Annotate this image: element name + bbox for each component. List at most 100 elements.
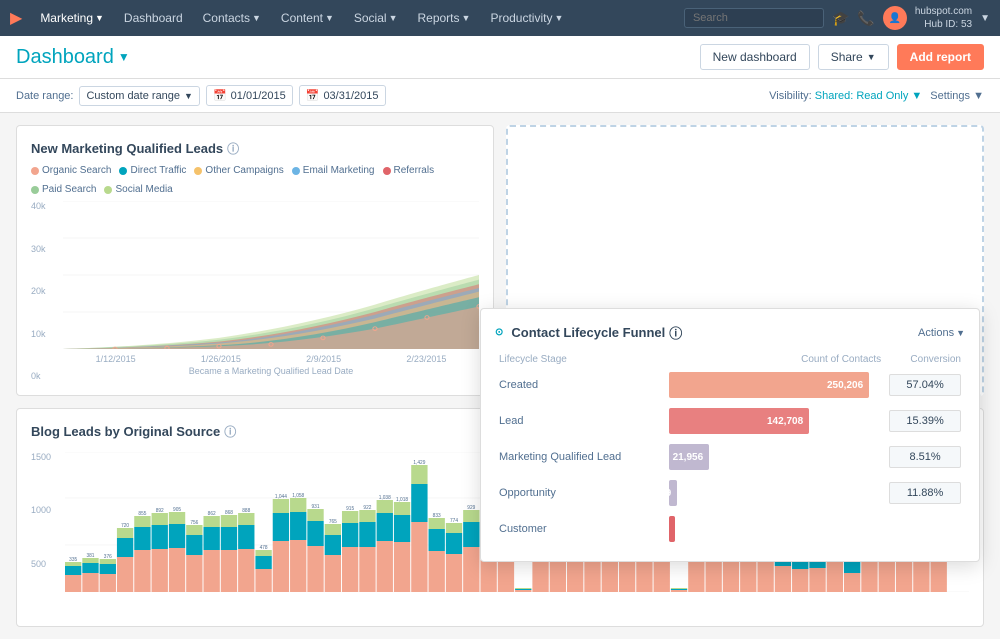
- legend-referrals: Referrals: [383, 165, 435, 176]
- funnel-info-icon[interactable]: ⓘ: [669, 323, 682, 342]
- svg-text:1,018: 1,018: [396, 497, 408, 503]
- funnel-row: Created 250,206 57.04%: [495, 367, 965, 403]
- funnel-conversion-value: 8.51%: [889, 446, 961, 468]
- funnel-conversion-value: 11.88%: [889, 482, 961, 504]
- settings-link[interactable]: Settings ▼: [930, 90, 984, 102]
- nav-logo: ▶: [10, 8, 22, 28]
- x-axis-title: Became a Marketing Qualified Lead Date: [63, 366, 479, 376]
- filter-bar: Date range: Custom date range ▼ 📅 01/01/…: [0, 79, 1000, 113]
- nav-dashboard[interactable]: Dashboard: [114, 0, 193, 36]
- filter-right: Visibility: Shared: Read Only ▼ Settings…: [769, 90, 984, 102]
- nav-reports[interactable]: Reports ▼: [407, 0, 480, 36]
- nav-content[interactable]: Content ▼: [271, 0, 344, 36]
- legend-paid: Paid Search: [31, 184, 96, 195]
- filter-left: Date range: Custom date range ▼ 📅 01/01/…: [16, 85, 386, 106]
- funnel-conversion-cell: 8.51%: [885, 439, 965, 475]
- nav-right-area: 🎓 📞 👤 hubspot.com Hub ID: 53 ▼: [832, 5, 990, 31]
- actions-chevron: ▼: [956, 328, 965, 338]
- svg-text:756: 756: [190, 520, 198, 526]
- referrals-dot: [383, 167, 391, 175]
- date-to-picker[interactable]: 📅 03/31/2015: [299, 85, 386, 106]
- bar-group: [273, 499, 289, 592]
- bar-group: [844, 557, 860, 592]
- account-chevron[interactable]: ▼: [980, 13, 990, 24]
- svg-text:1,058: 1,058: [292, 493, 304, 499]
- visibility-link[interactable]: Shared: Read Only ▼: [815, 90, 923, 102]
- bar-group: [134, 516, 150, 592]
- bar-group: [238, 513, 254, 592]
- leads-info-icon[interactable]: ⓘ: [227, 140, 239, 157]
- organic-dot: [31, 167, 39, 175]
- svg-text:765: 765: [329, 519, 337, 525]
- search-input[interactable]: [684, 8, 824, 28]
- blog-y-labels: 1500 1000 500: [31, 452, 61, 612]
- funnel-actions-button[interactable]: Actions ▼: [918, 327, 965, 339]
- funnel-icon: ⊙: [495, 327, 503, 338]
- leads-chart-title: New Marketing Qualified Leads ⓘ: [31, 140, 479, 157]
- svg-text:892: 892: [156, 508, 164, 514]
- bar-group: [377, 500, 393, 592]
- new-dashboard-button[interactable]: New dashboard: [700, 44, 810, 70]
- user-avatar[interactable]: 👤: [883, 6, 907, 30]
- funnel-conversion-cell: [885, 511, 965, 547]
- social-dot: [104, 186, 112, 194]
- legend-email: Email Marketing: [292, 165, 375, 176]
- svg-text:1,429: 1,429: [413, 460, 425, 466]
- svg-text:1,038: 1,038: [379, 495, 391, 501]
- content-chevron: ▼: [325, 13, 334, 23]
- bar-group: [325, 524, 341, 592]
- nav-marketing[interactable]: Marketing ▼: [30, 0, 114, 36]
- svg-text:720: 720: [121, 523, 129, 529]
- page-header: Dashboard ▼ New dashboard Share ▼ Add re…: [0, 36, 1000, 79]
- col-conversion-header: Conversion: [885, 352, 965, 367]
- funnel-conversion-value: 15.39%: [889, 410, 961, 432]
- funnel-conversion-cell: 11.88%: [885, 475, 965, 511]
- social-chevron: ▼: [389, 13, 398, 23]
- date-from-picker[interactable]: 📅 01/01/2015: [206, 85, 293, 106]
- funnel-count-label: 250,206: [827, 380, 863, 391]
- funnel-count-label: 1,869: [646, 488, 671, 499]
- funnel-row: Customer 222: [495, 511, 965, 547]
- svg-text:888: 888: [242, 508, 250, 514]
- bar-group: [394, 502, 410, 592]
- date-range-label: Date range:: [16, 90, 73, 102]
- blog-info-icon[interactable]: ⓘ: [224, 423, 236, 440]
- nav-contacts[interactable]: Contacts ▼: [193, 0, 271, 36]
- graduation-icon[interactable]: 🎓: [832, 10, 849, 27]
- title-chevron: ▼: [118, 50, 130, 64]
- email-dot: [292, 167, 300, 175]
- svg-text:855: 855: [138, 511, 146, 517]
- dashboard-title[interactable]: Dashboard ▼: [16, 46, 130, 69]
- blog-chart-title: Blog Leads by Original Source ⓘ: [31, 423, 236, 440]
- contacts-chevron: ▼: [252, 13, 261, 23]
- svg-text:1,044: 1,044: [275, 494, 287, 500]
- svg-text:335: 335: [69, 557, 77, 563]
- funnel-conversion-cell: 15.39%: [885, 403, 965, 439]
- nav-productivity[interactable]: Productivity ▼: [480, 0, 573, 36]
- bar-group: [169, 512, 185, 592]
- headset-icon[interactable]: 📞: [857, 10, 874, 27]
- other-dot: [194, 167, 202, 175]
- visibility-label: Visibility: Shared: Read Only ▼: [769, 90, 922, 102]
- calendar-icon-end: 📅: [306, 89, 320, 102]
- marketing-chevron: ▼: [95, 13, 104, 23]
- nav-social[interactable]: Social ▼: [344, 0, 408, 36]
- date-range-select[interactable]: Custom date range ▼: [79, 86, 199, 106]
- calendar-icon: 📅: [213, 89, 227, 102]
- col-count-header: Count of Contacts: [665, 352, 885, 367]
- add-report-button[interactable]: Add report: [897, 44, 984, 70]
- reports-chevron: ▼: [462, 13, 471, 23]
- svg-text:774: 774: [450, 518, 458, 524]
- hubspot-id: hubspot.com Hub ID: 53: [915, 5, 972, 31]
- share-button[interactable]: Share ▼: [818, 44, 889, 70]
- svg-text:929: 929: [467, 505, 475, 511]
- bar-group: [255, 550, 271, 592]
- svg-text:868: 868: [225, 510, 233, 516]
- paid-dot: [31, 186, 39, 194]
- funnel-stage-label: Customer: [495, 511, 665, 547]
- legend-social: Social Media: [104, 184, 172, 195]
- date-range-chevron: ▼: [184, 91, 193, 101]
- funnel-count-label: 222: [652, 524, 669, 535]
- funnel-bar-cell: 222: [665, 511, 885, 547]
- direct-dot: [119, 167, 127, 175]
